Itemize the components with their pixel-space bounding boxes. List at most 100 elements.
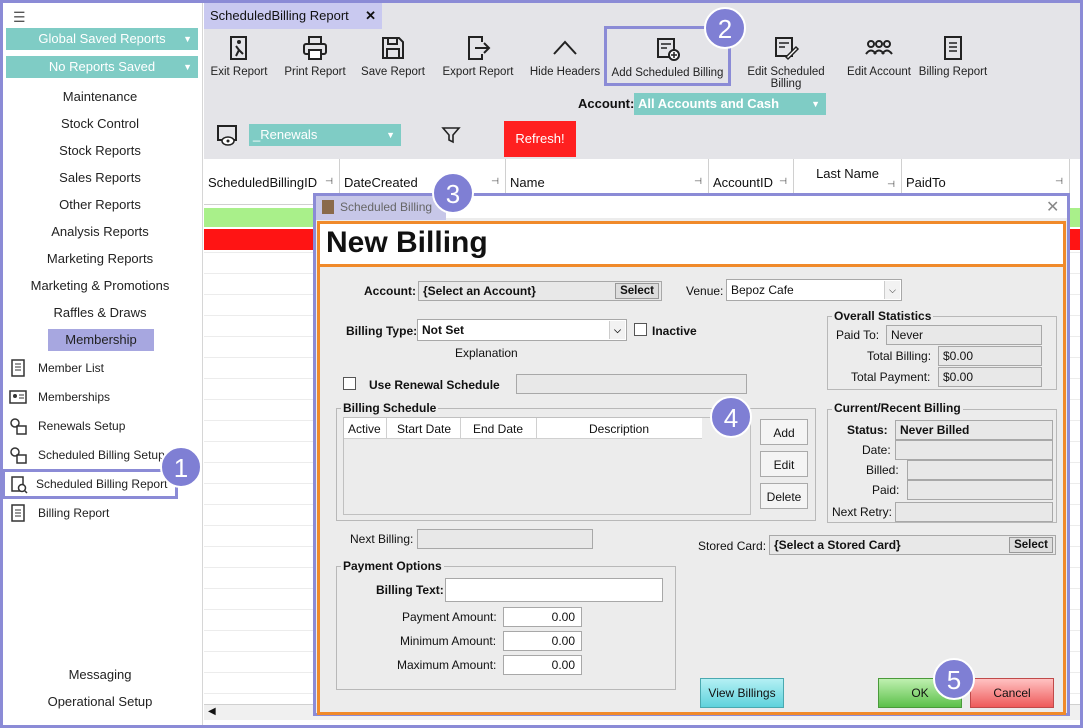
sidebar-item-marketing-reports[interactable]: Marketing Reports (0, 248, 200, 270)
sidebar-item-member-list[interactable]: Member List (4, 355, 200, 381)
sidebar-item-scheduled-billing-report[interactable]: Scheduled Billing Report (2, 469, 178, 499)
select-stored-card-button[interactable]: Select (1009, 537, 1053, 553)
pin-icon[interactable]: ⊣ (491, 176, 499, 187)
edit-document-icon (775, 37, 800, 61)
account-label: Account: (578, 96, 635, 111)
select-account-button[interactable]: Select (615, 283, 659, 299)
billing-report-button[interactable]: Billing Report (917, 34, 989, 84)
account-field[interactable]: {Select an Account} Select (418, 281, 662, 301)
sidebar-item-other-reports[interactable]: Other Reports (0, 194, 200, 216)
schedule-column-active[interactable]: Active (348, 422, 381, 436)
menu-icon[interactable]: ☰ (13, 9, 26, 26)
venue-label: Venue: (686, 284, 724, 298)
paid-label: Paid: (872, 483, 900, 497)
no-reports-saved-dropdown[interactable]: No Reports Saved ▼ (6, 56, 198, 78)
close-icon[interactable]: ✕ (1046, 197, 1059, 217)
sidebar-item-operational-setup[interactable]: Operational Setup (0, 691, 200, 713)
pin-icon[interactable]: ⊣ (887, 176, 895, 192)
sidebar-item-label: Member List (38, 361, 105, 375)
view-icon[interactable] (216, 124, 240, 148)
billing-type-label: Billing Type: (346, 324, 418, 338)
sidebar-item-billing-report[interactable]: Billing Report (4, 500, 200, 526)
sidebar-item-memberships[interactable]: Memberships (4, 384, 200, 410)
chevron-down-icon: ⌵ (609, 321, 625, 339)
save-report-button[interactable]: Save Report (361, 34, 425, 84)
paid-to-field: Never (886, 325, 1042, 345)
delete-schedule-button[interactable]: Delete (760, 483, 808, 509)
hide-headers-button[interactable]: Hide Headers (529, 34, 601, 84)
sidebar-item-marketing-promotions[interactable]: Marketing & Promotions (0, 275, 200, 297)
export-report-button[interactable]: Export Report (441, 34, 515, 84)
pin-icon[interactable]: ⊣ (1055, 176, 1063, 187)
schedule-column-description[interactable]: Description (589, 422, 649, 436)
exit-icon (230, 36, 247, 60)
minimum-amount-input[interactable]: 0.00 (503, 631, 582, 651)
payment-amount-input[interactable]: 0.00 (503, 607, 582, 627)
id-card-icon (9, 390, 27, 404)
billing-text-input[interactable] (445, 578, 663, 602)
sidebar-item-analysis-reports[interactable]: Analysis Reports (0, 221, 200, 243)
edit-account-button[interactable]: Edit Account (846, 34, 912, 84)
account-dropdown[interactable]: All Accounts and Cash ▼ (634, 93, 826, 115)
column-header-label: PaidTo (906, 175, 946, 190)
maximum-amount-label: Maximum Amount: (397, 658, 497, 672)
sidebar-item-renewals-setup[interactable]: Renewals Setup (4, 413, 200, 439)
button-label: Print Report (284, 66, 346, 78)
sidebar-item-membership[interactable]: Membership (48, 329, 154, 351)
add-schedule-button[interactable]: Add (760, 419, 808, 445)
settings-list-icon (10, 447, 27, 464)
maximum-amount-input[interactable]: 0.00 (503, 655, 582, 675)
dialog-title: Scheduled Billing (316, 196, 446, 220)
sidebar-item-raffles-draws[interactable]: Raffles & Draws (0, 302, 200, 324)
printer-icon (303, 36, 327, 60)
next-retry-field (895, 502, 1053, 522)
sidebar-item-label: Renewals Setup (38, 419, 126, 433)
billed-label: Billed: (866, 463, 899, 477)
pin-icon[interactable]: ⊣ (779, 176, 787, 187)
view-billings-button[interactable]: View Billings (700, 678, 784, 708)
callout-badge: 1 (160, 446, 202, 488)
inactive-checkbox[interactable] (634, 323, 647, 336)
cancel-button[interactable]: Cancel (970, 678, 1054, 708)
view-select-dropdown[interactable]: _Renewals ▼ (249, 124, 401, 146)
tab-label: ScheduledBilling Report (210, 8, 349, 23)
filter-icon[interactable] (441, 125, 461, 145)
explanation-text: Explanation (455, 346, 518, 360)
schedule-column-start-date[interactable]: Start Date (397, 422, 451, 436)
view-select-value: _Renewals (253, 127, 318, 142)
close-tab-icon[interactable]: ✕ (365, 3, 376, 29)
scroll-left-icon[interactable]: ◀ (208, 706, 216, 717)
exit-report-button[interactable]: Exit Report (208, 34, 270, 84)
edit-schedule-button[interactable]: Edit (760, 451, 808, 477)
sidebar-item-maintenance[interactable]: Maintenance (0, 86, 200, 108)
stored-card-field[interactable]: {Select a Stored Card} Select (769, 535, 1056, 555)
column-header-label: ScheduledBillingID (208, 175, 318, 190)
sidebar-item-label: Billing Report (38, 506, 110, 520)
renewal-schedule-field[interactable] (516, 374, 747, 394)
sidebar-item-stock-control[interactable]: Stock Control (0, 113, 200, 135)
sidebar-item-stock-reports[interactable]: Stock Reports (0, 140, 200, 162)
sidebar-item-sales-reports[interactable]: Sales Reports (0, 167, 200, 189)
global-saved-reports-dropdown[interactable]: Global Saved Reports ▼ (6, 28, 198, 50)
schedule-column-end-date[interactable]: End Date (473, 422, 523, 436)
edit-scheduled-billing-button[interactable]: Edit Scheduled Billing (732, 34, 840, 90)
stored-card-label: Stored Card: (698, 539, 767, 553)
use-renewal-schedule-checkbox[interactable] (343, 377, 356, 390)
minimum-amount-label: Minimum Amount: (400, 634, 497, 648)
stored-card-value: {Select a Stored Card} (774, 538, 901, 552)
settings-list-icon (10, 418, 27, 435)
refresh-button[interactable]: Refresh! (504, 121, 576, 157)
print-report-button[interactable]: Print Report (282, 34, 348, 84)
tab-scheduled-billing-report[interactable]: ScheduledBilling Report ✕ (204, 3, 382, 29)
pin-icon[interactable]: ⊣ (325, 176, 333, 187)
chevron-up-icon (553, 40, 577, 55)
next-billing-field (417, 529, 593, 549)
venue-select[interactable]: Bepoz Cafe ⌵ (726, 279, 902, 301)
sidebar-item-messaging[interactable]: Messaging (0, 664, 200, 686)
pin-icon[interactable]: ⊣ (694, 176, 702, 187)
billing-schedule-title: Billing Schedule (341, 401, 439, 415)
floppy-disk-icon (382, 37, 404, 59)
billing-type-select[interactable]: Not Set ⌵ (417, 319, 627, 341)
overall-statistics-title: Overall Statistics (832, 309, 934, 323)
paid-to-label: Paid To: (836, 328, 880, 342)
